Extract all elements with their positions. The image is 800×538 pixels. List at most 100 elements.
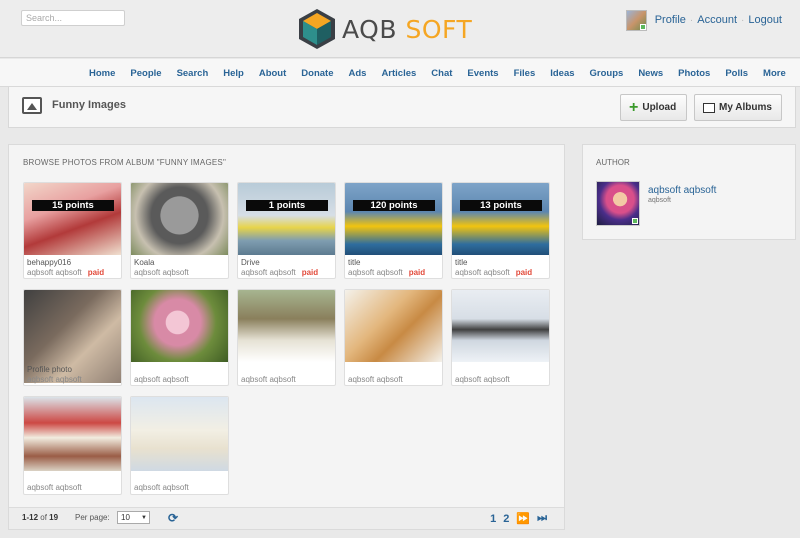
album-image-icon (22, 97, 42, 114)
photo-owner-link[interactable]: aqbsoft aqbsoft (241, 268, 296, 277)
plus-icon: + (629, 98, 639, 116)
photo-owner-link[interactable]: aqbsoft aqbsoft (241, 375, 296, 384)
cats-snow-photo[interactable] (452, 290, 549, 362)
nav-item[interactable]: Photos (678, 68, 710, 79)
next-page-icon[interactable]: ⏩ (516, 512, 530, 525)
banana-boat-photo[interactable] (452, 183, 549, 255)
dropdown-arrow-icon: ▼ (141, 515, 147, 521)
picture-icon (703, 102, 715, 113)
nav-item[interactable]: Home (89, 68, 115, 79)
logo-cube-icon (299, 9, 335, 49)
paid-label: paid (515, 268, 533, 277)
nav-item[interactable]: Events (467, 68, 498, 79)
page-2-link[interactable]: 2 (503, 513, 509, 525)
photo-owner: aqbsoft aqbsoft paid (455, 268, 532, 277)
points-badge: 120 points (353, 200, 435, 211)
photo-owner: aqbsoft aqbsoft (134, 268, 189, 277)
photo-title[interactable]: title (348, 258, 360, 267)
polar-bears-photo[interactable] (131, 397, 228, 471)
online-indicator (632, 218, 638, 224)
per-page-select[interactable]: 10 ▼ (117, 511, 150, 524)
nav-item[interactable]: People (130, 68, 161, 79)
nav-item[interactable]: Donate (301, 68, 333, 79)
photo-owner: aqbsoft aqbsoft paid (241, 268, 318, 277)
author-heading: AUTHOR (596, 158, 630, 167)
nav-item[interactable]: About (259, 68, 286, 79)
photo-owner-link[interactable]: aqbsoft aqbsoft (27, 268, 82, 277)
author-avatar[interactable] (596, 181, 640, 226)
nav-item[interactable]: Groups (590, 68, 624, 79)
photo-card[interactable]: 120 points title aqbsoft aqbsoft paid (344, 182, 443, 279)
cat-mirror-photo[interactable] (345, 290, 442, 362)
photo-owner-link[interactable]: aqbsoft aqbsoft (134, 268, 189, 277)
nav-item[interactable]: Files (514, 68, 536, 79)
photo-card[interactable]: Koala aqbsoft aqbsoft (130, 182, 229, 279)
photo-owner-link[interactable]: aqbsoft aqbsoft (348, 268, 403, 277)
photo-title[interactable]: Koala (134, 258, 154, 267)
nav-item[interactable]: News (638, 68, 663, 79)
photo-card[interactable]: 15 points behappy016 aqbsoft aqbsoft paid (23, 182, 122, 279)
page-1-link[interactable]: 1 (490, 513, 496, 525)
photo-owner-link[interactable]: aqbsoft aqbsoft (134, 483, 189, 492)
painted-figure-photo[interactable] (24, 183, 121, 255)
my-albums-button[interactable]: My Albums (694, 94, 782, 121)
photo-owner-link[interactable]: aqbsoft aqbsoft (348, 375, 403, 384)
nav-item[interactable]: Chat (431, 68, 452, 79)
photo-card[interactable]: aqbsoft aqbsoft (130, 289, 229, 386)
photo-owner: aqbsoft aqbsoft paid (348, 268, 425, 277)
user-avatar[interactable] (625, 9, 647, 31)
photo-card[interactable]: Profile photo aqbsoft aqbsoft (23, 289, 122, 386)
photo-card[interactable]: 1 points Drive aqbsoft aqbsoft paid (237, 182, 336, 279)
photo-card[interactable]: aqbsoft aqbsoft (344, 289, 443, 386)
photo-card[interactable]: 13 points title aqbsoft aqbsoft paid (451, 182, 550, 279)
pug-photo[interactable] (131, 290, 228, 362)
photo-title[interactable]: behappy016 (27, 258, 71, 267)
photo-title[interactable]: Drive (241, 258, 260, 267)
profile-link[interactable]: Profile (655, 14, 686, 26)
fridge-photo[interactable] (24, 397, 121, 471)
nav-item[interactable]: Help (223, 68, 244, 79)
photo-card[interactable]: aqbsoft aqbsoft (130, 396, 229, 495)
dogs-photo[interactable] (238, 290, 335, 362)
koala-photo[interactable] (131, 183, 228, 255)
author-name-link[interactable]: aqbsoft aqbsoft (648, 185, 716, 196)
photo-card[interactable]: aqbsoft aqbsoft (451, 289, 550, 386)
photo-title[interactable]: title (455, 258, 467, 267)
photo-title[interactable]: Profile photo (27, 365, 72, 374)
per-page-value: 10 (121, 513, 130, 522)
photo-owner-link[interactable]: aqbsoft aqbsoft (455, 375, 510, 384)
banana-boat-photo[interactable] (345, 183, 442, 255)
photo-owner: aqbsoft aqbsoft (348, 375, 403, 384)
pagination-bar: 1-12 of 19 Per page: 10 ▼ ⟳ 1 2 ⏩ ⏭ (9, 507, 564, 529)
nav-item[interactable]: Ideas (550, 68, 574, 79)
nav-item[interactable]: Polls (725, 68, 748, 79)
main-nav: Home People Search Help About Donate Ads Articl… (0, 59, 800, 87)
nav-item[interactable]: More (763, 68, 786, 79)
refresh-icon[interactable]: ⟳ (168, 511, 178, 525)
photo-owner: aqbsoft aqbsoft (241, 375, 296, 384)
result-total: 19 (49, 513, 59, 522)
logout-link[interactable]: Logout (748, 14, 782, 26)
nav-item[interactable]: Ads (348, 68, 366, 79)
nav-item[interactable]: Search (177, 68, 209, 79)
photo-owner: aqbsoft aqbsoft (27, 375, 82, 384)
online-indicator (639, 23, 646, 30)
nav-item[interactable]: Articles (381, 68, 416, 79)
jetski-photo[interactable] (238, 183, 335, 255)
result-range: 1-12 (22, 513, 39, 522)
photo-owner-link[interactable]: aqbsoft aqbsoft (455, 268, 510, 277)
photo-card[interactable]: aqbsoft aqbsoft (23, 396, 122, 495)
photo-owner-link[interactable]: aqbsoft aqbsoft (134, 375, 189, 384)
account-link[interactable]: Account (697, 14, 737, 26)
logo-text-part1: AQB (342, 14, 397, 44)
last-page-icon[interactable]: ⏭ (537, 512, 547, 525)
search-input[interactable] (21, 10, 125, 26)
logo[interactable]: AQB SOFT (297, 6, 512, 52)
photo-owner-link[interactable]: aqbsoft aqbsoft (27, 483, 82, 492)
photo-card[interactable]: aqbsoft aqbsoft (237, 289, 336, 386)
user-menu: Profile · Account · Logout (625, 9, 782, 31)
upload-button[interactable]: + Upload (620, 94, 687, 121)
photos-panel: BROWSE PHOTOS FROM ALBUM "FUNNY IMAGES" … (8, 144, 565, 530)
result-count: 1-12 of 19 (22, 513, 58, 522)
photo-owner-link[interactable]: aqbsoft aqbsoft (27, 375, 82, 384)
